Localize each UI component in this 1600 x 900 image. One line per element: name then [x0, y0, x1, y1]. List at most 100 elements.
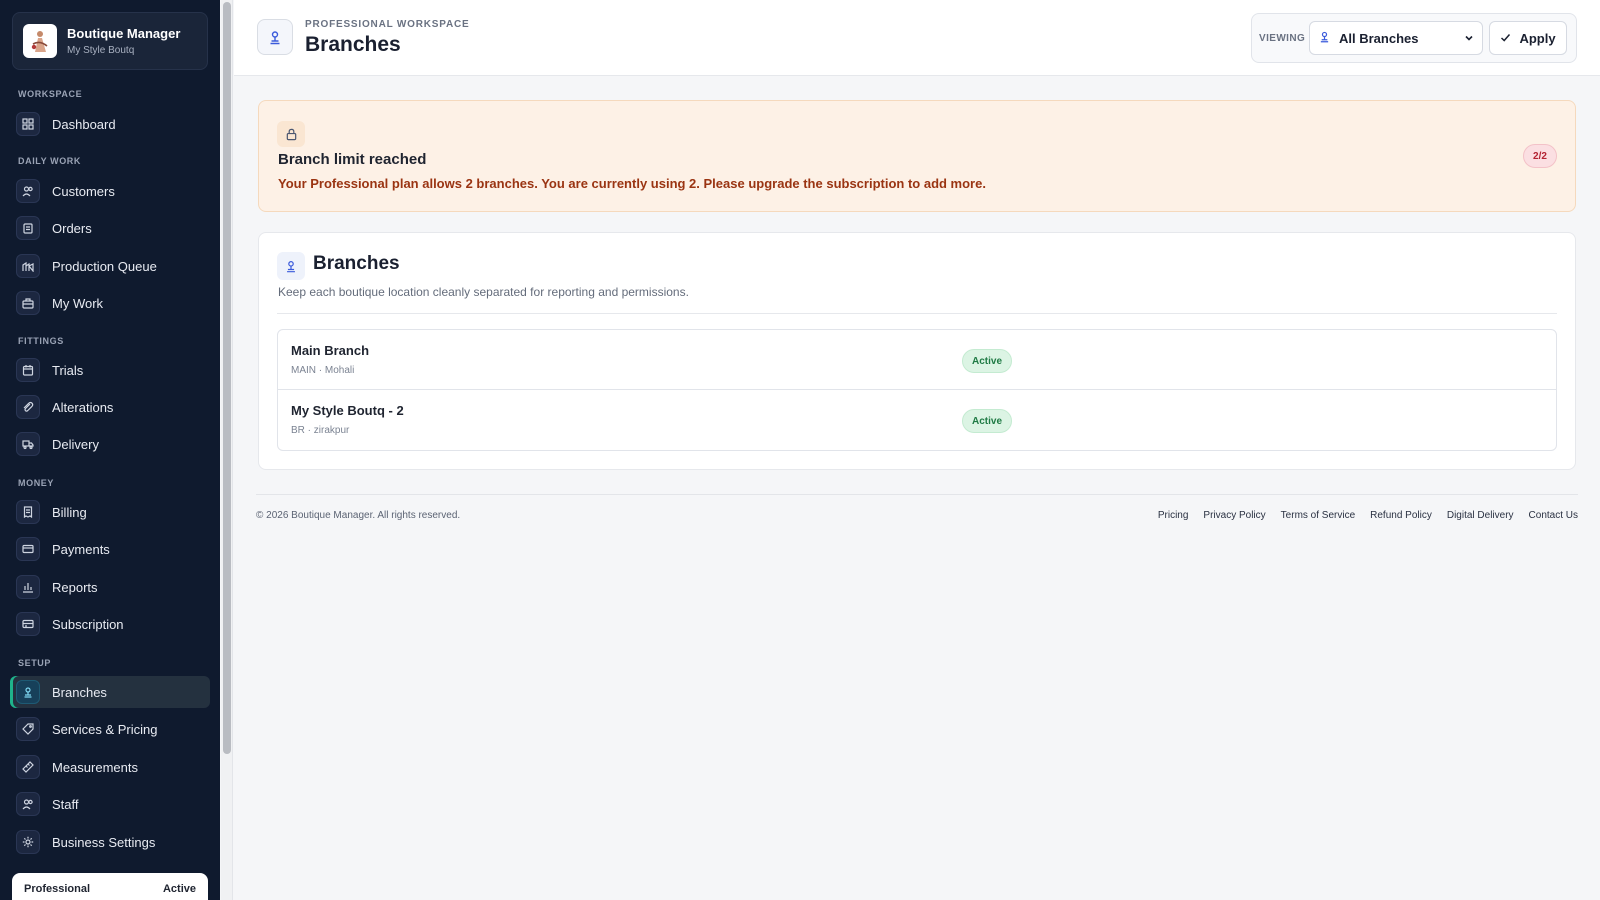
- sidebar-item-payments[interactable]: Payments: [10, 533, 210, 565]
- sidebar-item-label: Trials: [52, 362, 84, 378]
- sidebar-item-trials[interactable]: Trials: [10, 354, 210, 386]
- sidebar-item-orders[interactable]: Orders: [10, 212, 210, 244]
- alert-title: Branch limit reached: [278, 151, 427, 168]
- grid-icon: [16, 112, 40, 136]
- footer-link-privacy[interactable]: Privacy Policy: [1203, 510, 1265, 521]
- scrollbar-thumb[interactable]: [223, 2, 231, 754]
- footer: © 2026 Boutique Manager. All rights rese…: [256, 494, 1578, 534]
- users-icon: [16, 792, 40, 816]
- sidebar-item-subscription[interactable]: Subscription: [10, 608, 210, 640]
- tag-icon: [16, 717, 40, 741]
- receipt-icon: [16, 500, 40, 524]
- sidebar-item-label: Customers: [52, 183, 115, 199]
- brand-logo-icon: [23, 24, 57, 58]
- section-money: MONEY: [18, 478, 55, 488]
- footer-link-contact[interactable]: Contact Us: [1529, 510, 1578, 521]
- status-badge: Active: [962, 409, 1013, 433]
- plan-card[interactable]: Professional Active: [12, 873, 208, 900]
- branch-name: Main Branch: [291, 343, 370, 358]
- sidebar-item-label: Measurements: [52, 759, 138, 775]
- branch-icon: [1318, 30, 1331, 46]
- sidebar-item-label: Subscription: [52, 616, 124, 632]
- branch-icon: [16, 680, 40, 704]
- lock-icon: [277, 121, 305, 147]
- brand-block[interactable]: Boutique Manager My Style Boutq: [12, 12, 208, 70]
- sidebar-item-label: Staff: [52, 796, 79, 812]
- apply-label: Apply: [1519, 30, 1556, 46]
- branch-limit-alert: Branch limit reached Your Professional p…: [258, 100, 1576, 212]
- sidebar-item-label: Alterations: [52, 399, 114, 415]
- sidebar-item-branches[interactable]: Branches: [10, 676, 210, 708]
- sidebar-item-alterations[interactable]: Alterations: [10, 391, 210, 423]
- section-setup: SETUP: [18, 658, 52, 668]
- workspace-eyebrow: PROFESSIONAL WORKSPACE: [305, 19, 470, 30]
- sidebar-item-measurements[interactable]: Measurements: [10, 751, 210, 783]
- sidebar-item-label: Reports: [52, 579, 98, 595]
- briefcase-icon: [16, 291, 40, 315]
- branch-select-value: All Branches: [1339, 30, 1419, 46]
- page-header: PROFESSIONAL WORKSPACE Branches VIEWING …: [234, 0, 1600, 76]
- calendar-icon: [16, 358, 40, 382]
- footer-link-refund[interactable]: Refund Policy: [1370, 510, 1432, 521]
- footer-link-pricing[interactable]: Pricing: [1158, 510, 1189, 521]
- sidebar-item-label: Services & Pricing: [52, 721, 158, 737]
- page-title: Branches: [305, 33, 401, 56]
- sidebar-item-production-queue[interactable]: Production Queue: [10, 250, 210, 282]
- brand-subtitle: My Style Boutq: [67, 45, 135, 56]
- card-icon: [16, 612, 40, 636]
- clipboard-icon: [16, 216, 40, 240]
- sidebar-item-billing[interactable]: Billing: [10, 496, 210, 528]
- status-badge: Active: [962, 349, 1013, 373]
- sidebar-scrollbar[interactable]: [221, 0, 233, 900]
- sidebar-item-label: My Work: [52, 295, 104, 311]
- sidebar: Boutique Manager My Style Boutq WORKSPAC…: [0, 0, 220, 900]
- paperclip-icon: [16, 395, 40, 419]
- sidebar-item-label: Payments: [52, 541, 110, 557]
- sidebar-item-label: Business Settings: [52, 834, 156, 850]
- gear-icon: [16, 830, 40, 854]
- apply-button[interactable]: Apply: [1489, 21, 1567, 55]
- footer-link-digital-delivery[interactable]: Digital Delivery: [1447, 510, 1514, 521]
- card-subtitle: Keep each boutique location cleanly sepa…: [278, 285, 689, 299]
- table-row[interactable]: My Style Boutq - 2 BR · zirakpur Active: [278, 390, 1556, 450]
- table-row[interactable]: Main Branch MAIN · Mohali Active: [278, 330, 1556, 390]
- bar-chart-icon: [16, 575, 40, 599]
- branch-list: Main Branch MAIN · Mohali Active My Styl…: [277, 329, 1557, 451]
- sidebar-item-label: Branches: [52, 684, 107, 700]
- branch-filter: VIEWING All Branches Apply: [1251, 13, 1577, 63]
- footer-link-terms[interactable]: Terms of Service: [1281, 510, 1355, 521]
- sidebar-item-services-pricing[interactable]: Services & Pricing: [10, 713, 210, 745]
- branch-meta: MAIN · Mohali: [291, 365, 355, 376]
- branch-count-badge: 2/2: [1523, 144, 1557, 168]
- branch-select[interactable]: All Branches: [1309, 21, 1483, 55]
- branch-icon: [277, 252, 305, 280]
- sidebar-item-label: Orders: [52, 220, 92, 236]
- brand-name: Boutique Manager: [67, 26, 181, 41]
- sidebar-item-dashboard[interactable]: Dashboard: [10, 108, 210, 140]
- sidebar-item-delivery[interactable]: Delivery: [10, 428, 210, 460]
- ruler-icon: [16, 755, 40, 779]
- sidebar-item-reports[interactable]: Reports: [10, 571, 210, 603]
- sidebar-item-label: Delivery: [52, 436, 99, 452]
- card-title: Branches: [313, 253, 400, 274]
- chevron-down-icon: [1464, 31, 1474, 46]
- branch-icon: [257, 19, 293, 55]
- section-daily-work: DAILY WORK: [18, 156, 82, 166]
- viewing-label: VIEWING: [1259, 33, 1306, 44]
- users-icon: [16, 179, 40, 203]
- sidebar-item-label: Dashboard: [52, 116, 116, 132]
- sidebar-item-customers[interactable]: Customers: [10, 175, 210, 207]
- branch-meta: BR · zirakpur: [291, 425, 350, 436]
- section-workspace: WORKSPACE: [18, 89, 83, 99]
- sidebar-item-label: Production Queue: [52, 258, 157, 274]
- branch-name: My Style Boutq - 2: [291, 403, 404, 418]
- sidebar-item-my-work[interactable]: My Work: [10, 287, 210, 319]
- branches-card: Branches Keep each boutique location cle…: [258, 232, 1576, 470]
- divider: [277, 313, 1557, 314]
- factory-icon: [16, 254, 40, 278]
- copyright: © 2026 Boutique Manager. All rights rese…: [256, 510, 461, 521]
- truck-icon: [16, 432, 40, 456]
- sidebar-item-staff[interactable]: Staff: [10, 788, 210, 820]
- sidebar-item-business-settings[interactable]: Business Settings: [10, 826, 210, 858]
- credit-card-icon: [16, 537, 40, 561]
